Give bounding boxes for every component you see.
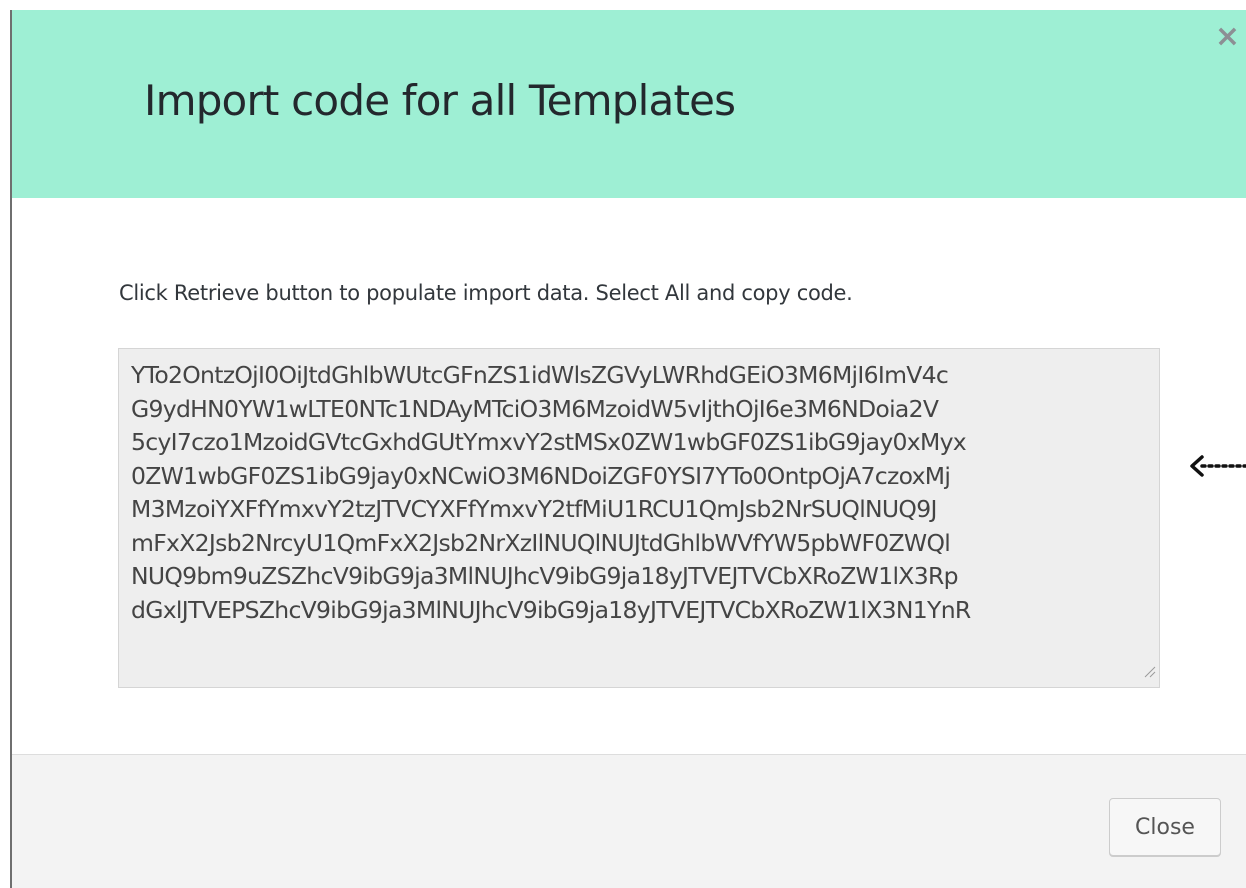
dialog-header: Import code for all Templates ×	[12, 10, 1246, 199]
dialog-body: Click Retrieve button to populate import…	[12, 198, 1246, 754]
dialog-footer: Close	[12, 754, 1246, 888]
dotted-arrow-left-icon	[1190, 455, 1246, 477]
import-code-dialog: Import code for all Templates × Click Re…	[10, 10, 1246, 888]
import-code-textarea[interactable]: YTo2OntzOjI0OiJtdGhlbWUtcGFnZS1idWlsZGVy…	[118, 348, 1160, 688]
close-x-icon[interactable]: ×	[1215, 22, 1240, 52]
dialog-title: Import code for all Templates	[144, 76, 736, 125]
close-button[interactable]: Close	[1109, 798, 1221, 856]
resize-grip-icon[interactable]	[1140, 662, 1156, 678]
instruction-text: Click Retrieve button to populate import…	[119, 281, 853, 305]
